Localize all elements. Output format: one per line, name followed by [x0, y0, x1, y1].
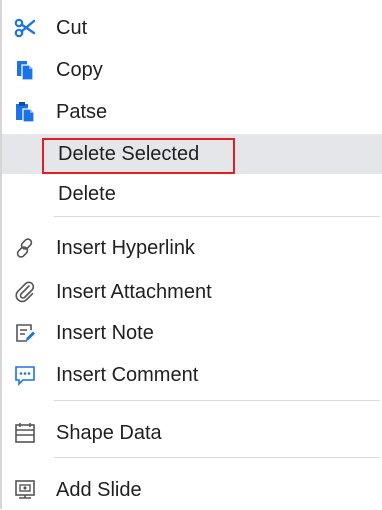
menu-item-paste[interactable]: Patse [2, 92, 382, 132]
menu-item-add-slide[interactable]: Add Slide [2, 470, 382, 510]
context-menu: Cut Copy Patse Delete Selected Delete In… [0, 0, 382, 509]
note-icon [14, 322, 36, 344]
menu-separator [54, 457, 380, 458]
menu-item-label: Delete Selected [58, 143, 200, 165]
scissors-icon [14, 17, 36, 39]
menu-item-insert-hyperlink[interactable]: Insert Hyperlink [2, 228, 382, 268]
menu-item-label: Copy [56, 59, 103, 81]
menu-item-delete-selected[interactable]: Delete Selected [2, 134, 382, 174]
menu-item-label: Shape Data [56, 422, 162, 444]
menu-item-label: Cut [56, 17, 88, 39]
menu-item-delete[interactable]: Delete [2, 174, 382, 214]
menu-item-label: Insert Hyperlink [56, 237, 195, 259]
menu-item-label: Insert Note [56, 322, 154, 344]
paste-icon [14, 101, 36, 123]
menu-item-insert-note[interactable]: Insert Note [2, 313, 382, 353]
paperclip-icon [14, 281, 36, 303]
menu-item-label: Delete [58, 183, 116, 205]
menu-separator [54, 216, 380, 217]
menu-item-shape-data[interactable]: Shape Data [2, 413, 382, 453]
menu-item-label: Insert Attachment [56, 281, 212, 303]
menu-separator [54, 400, 380, 401]
link-icon [14, 237, 36, 259]
slide-icon [14, 479, 36, 501]
comment-icon [14, 364, 36, 386]
menu-item-label: Add Slide [56, 479, 142, 501]
menu-item-label: Insert Comment [56, 364, 199, 386]
menu-item-label: Patse [56, 101, 108, 123]
menu-item-cut[interactable]: Cut [2, 8, 382, 48]
menu-item-insert-comment[interactable]: Insert Comment [2, 355, 382, 395]
menu-item-copy[interactable]: Copy [2, 50, 382, 90]
copy-icon [14, 59, 36, 81]
menu-item-insert-attachment[interactable]: Insert Attachment [2, 272, 382, 312]
shape-data-icon [14, 422, 36, 444]
